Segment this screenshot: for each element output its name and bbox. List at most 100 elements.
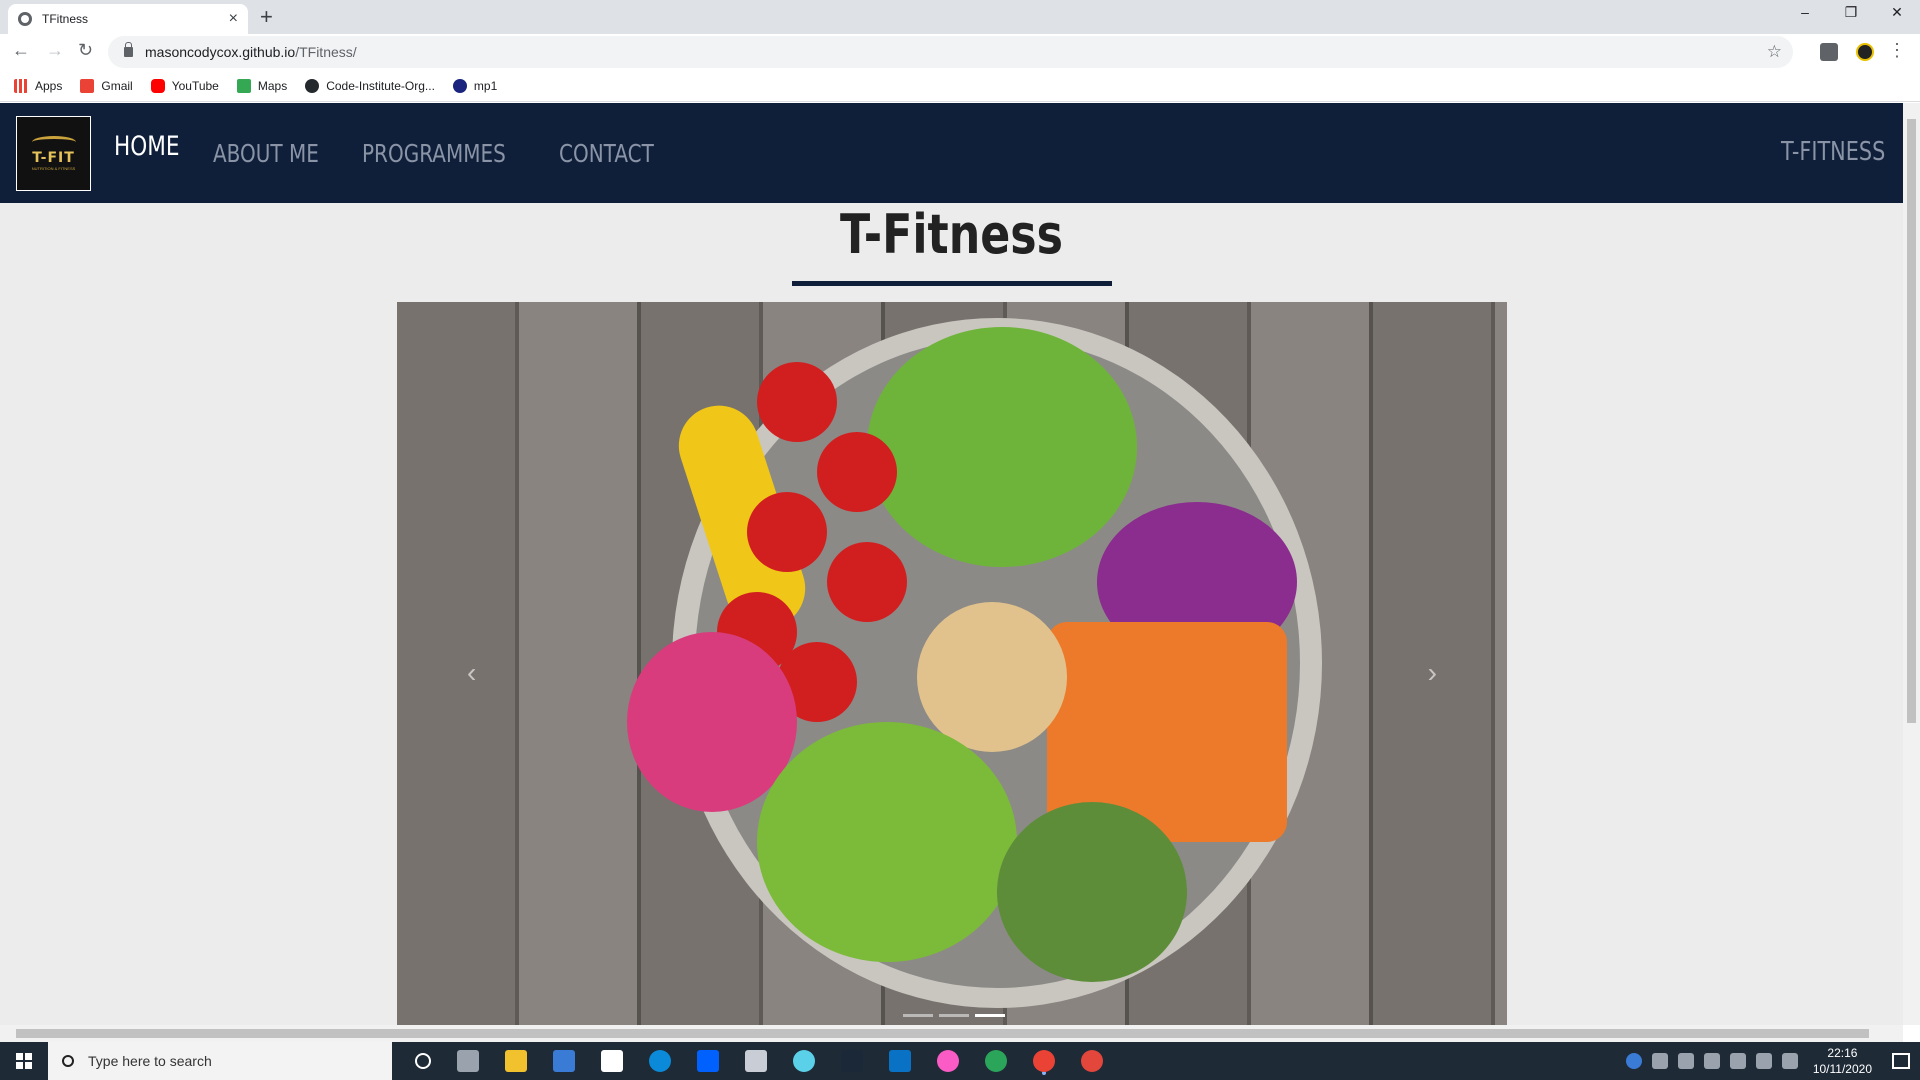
chickpeas — [917, 602, 1067, 752]
maps-icon — [236, 78, 251, 93]
restore-button[interactable]: ❐ — [1828, 4, 1874, 21]
itunes-icon[interactable] — [937, 1050, 959, 1072]
bookmark-label: mp1 — [473, 78, 498, 93]
profile-avatar[interactable] — [1856, 43, 1874, 61]
chevron-up-icon[interactable] — [1651, 1053, 1668, 1069]
file-explorer-icon[interactable] — [505, 1050, 527, 1072]
bookmark-youtube[interactable]: YouTube — [150, 78, 219, 93]
cortana-icon[interactable] — [415, 1053, 431, 1069]
window-close-button[interactable]: ✕ — [1874, 4, 1920, 21]
page-title: T-Fitness — [840, 203, 1063, 266]
bookmark-code-institute[interactable]: Code-Institute-Org... — [305, 78, 435, 93]
browser-toolbar: ← → ↻ masoncodycox.github.io/TFitness/ ☆… — [0, 34, 1920, 70]
scrollbar-thumb[interactable] — [1907, 119, 1916, 723]
network-icon[interactable] — [1677, 1053, 1694, 1069]
nav-about-me[interactable]: ABOUT ME — [213, 139, 319, 168]
browser-tab[interactable]: TFitness × — [8, 4, 248, 34]
taskbar-apps — [402, 1050, 1116, 1072]
bookmark-label: Maps — [257, 78, 288, 93]
store-icon[interactable] — [553, 1050, 575, 1072]
shield-icon — [452, 78, 467, 93]
clock-date: 10/11/2020 — [1812, 1062, 1872, 1076]
notifications-icon[interactable] — [1892, 1053, 1910, 1069]
page-viewport: T-FIT NUTRITION & FITNESS HOME ABOUT ME … — [0, 103, 1903, 1025]
nav-programmes[interactable]: PROGRAMMES — [362, 139, 506, 168]
forward-button[interactable]: → — [46, 40, 64, 61]
wifi-icon[interactable] — [1703, 1053, 1720, 1069]
windows-logo-icon — [16, 1053, 32, 1069]
microgreens — [997, 802, 1187, 982]
tomato — [817, 432, 897, 512]
volume-icon[interactable] — [1729, 1053, 1746, 1069]
wings-icon — [31, 136, 76, 148]
xbox-icon[interactable] — [985, 1050, 1007, 1072]
chrome-icon[interactable] — [1033, 1050, 1055, 1072]
edge-icon[interactable] — [649, 1050, 671, 1072]
url-path: /TFitness/ — [295, 44, 357, 60]
carousel-indicator[interactable] — [903, 1014, 933, 1017]
avocado — [757, 722, 1017, 962]
carousel-indicator-active[interactable] — [975, 1014, 1005, 1017]
url-host: masoncodycox.github.io — [145, 44, 296, 60]
bookmark-label: Code-Institute-Org... — [326, 78, 435, 93]
nav-links: HOME ABOUT ME PROGRAMMES CONTACT — [114, 103, 695, 203]
help-icon[interactable] — [1625, 1053, 1642, 1069]
gmail-icon — [80, 78, 95, 93]
logo-subtext: NUTRITION & FITNESS — [31, 166, 76, 171]
dropbox-tray-icon[interactable] — [1781, 1053, 1798, 1069]
tomato — [827, 542, 907, 622]
clock-time: 22:16 — [1827, 1046, 1858, 1060]
github-icon — [305, 78, 320, 93]
carousel-indicators — [900, 1014, 1008, 1017]
dropbox-icon[interactable] — [697, 1050, 719, 1072]
url-text: masoncodycox.github.io/TFitness/ — [145, 44, 357, 60]
site-navbar: T-FIT NUTRITION & FITNESS HOME ABOUT ME … — [0, 103, 1903, 203]
carousel-indicator[interactable] — [939, 1014, 969, 1017]
bookmark-mp1[interactable]: mp1 — [452, 78, 498, 93]
reload-button[interactable]: ↻ — [78, 40, 93, 61]
browser-menu-icon[interactable]: ⋮ — [1888, 40, 1906, 61]
site-favicon-icon — [18, 12, 32, 26]
lock-icon — [124, 42, 133, 57]
mail-stack-icon[interactable] — [745, 1050, 767, 1072]
site-logo[interactable]: T-FIT NUTRITION & FITNESS — [16, 116, 91, 191]
steam-icon[interactable] — [841, 1050, 863, 1072]
carousel-next-icon[interactable]: › — [1428, 657, 1437, 689]
steam-tray-icon[interactable] — [1755, 1053, 1772, 1069]
start-button[interactable] — [0, 1042, 48, 1080]
bookmark-star-icon[interactable]: ☆ — [1767, 42, 1782, 62]
horizontal-scrollbar[interactable] — [0, 1025, 1903, 1042]
close-tab-icon[interactable]: × — [229, 10, 238, 28]
vertical-scrollbar[interactable] — [1903, 103, 1920, 1025]
search-icon — [62, 1055, 74, 1067]
scrollbar-thumb[interactable] — [16, 1029, 1869, 1038]
taskbar-clock[interactable]: 22:16 10/11/2020 — [1813, 1045, 1872, 1077]
nav-contact[interactable]: CONTACT — [559, 139, 654, 168]
bookmark-maps[interactable]: Maps — [236, 78, 288, 93]
extensions-puzzle-icon[interactable] — [1820, 43, 1838, 61]
bookmarks-bar: Apps Gmail YouTube Maps Code-Institute-O… — [0, 70, 1920, 102]
nav-home[interactable]: HOME — [114, 131, 180, 162]
bookmark-apps[interactable]: Apps — [14, 78, 62, 93]
bookmark-gmail[interactable]: Gmail — [80, 78, 133, 93]
browser-tab-strip: TFitness × + – ❐ ✕ — [0, 0, 1920, 34]
search-placeholder: Type here to search — [88, 1053, 212, 1069]
new-tab-button[interactable]: + — [260, 4, 273, 30]
back-button[interactable]: ← — [12, 40, 30, 61]
image-carousel[interactable]: ‹ › — [397, 302, 1507, 1025]
apps-grid-icon — [14, 78, 28, 93]
bookmark-label: YouTube — [171, 78, 219, 93]
navbar-brand[interactable]: T-FITNESS — [1781, 137, 1885, 167]
google-icon[interactable] — [601, 1050, 623, 1072]
taskbar-search[interactable]: Type here to search — [48, 1042, 392, 1080]
tomato — [757, 362, 837, 442]
task-view-icon[interactable] — [457, 1050, 479, 1072]
carousel-prev-icon[interactable]: ‹ — [467, 657, 476, 689]
address-bar[interactable]: masoncodycox.github.io/TFitness/ — [108, 36, 1793, 68]
lettuce — [867, 327, 1137, 567]
youtube-icon — [150, 78, 165, 93]
mail-icon[interactable] — [889, 1050, 911, 1072]
minimize-button[interactable]: – — [1782, 4, 1828, 20]
app-badge-icon[interactable] — [1081, 1050, 1103, 1072]
infinity-icon[interactable] — [793, 1050, 815, 1072]
